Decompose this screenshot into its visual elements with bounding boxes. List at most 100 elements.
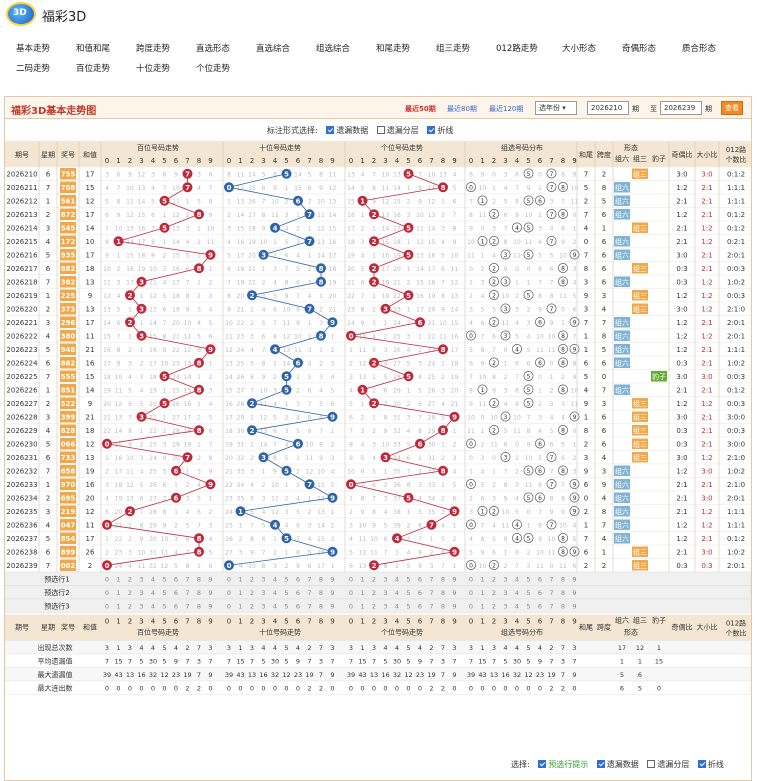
bottom-layer-checkbox[interactable] (647, 759, 656, 768)
group-miss-cell: 4 (573, 280, 577, 287)
preselect-label: 预选行1 (44, 575, 69, 584)
bottom-missing-checkbox[interactable] (596, 759, 605, 768)
preselect-digit: 5 (162, 589, 166, 597)
header-shi: 十位号码走势 (259, 143, 301, 152)
digit-ball-text: 8 (197, 359, 202, 367)
group-miss-cell: 4 (550, 415, 554, 422)
miss-cell: 31 (428, 455, 436, 462)
nav-item-9[interactable]: 大小形态 (562, 42, 596, 54)
miss-cell: 18 (103, 374, 111, 381)
nav-item-6[interactable]: 和尾走势 (376, 42, 410, 54)
span-cell: 1 (602, 549, 606, 557)
span-cell: 0 (602, 373, 606, 381)
group-miss-cell: 9 (573, 374, 577, 381)
from-issue-input[interactable]: 2026210 (587, 101, 629, 115)
nav-item-0[interactable]: 基本走势 (16, 42, 50, 54)
digit-ball-text: 6 (296, 197, 301, 205)
miss-cell: 12 (416, 239, 424, 246)
nav-item-7[interactable]: 组三走势 (436, 42, 470, 54)
miss-cell: 10 (271, 199, 279, 206)
nav-item-5[interactable]: 组选综合 (316, 42, 350, 54)
week-cell: 2 (46, 400, 50, 408)
query-button[interactable]: 查看 (721, 101, 743, 115)
preselect-digit: 6 (418, 576, 422, 584)
miss-cell: 9 (384, 428, 388, 435)
miss-cell: 6 (151, 212, 155, 219)
nav-item-13[interactable]: 百位走势 (76, 62, 110, 74)
digit-ball-text: 8 (441, 346, 446, 354)
miss-cell: 31 (237, 442, 245, 449)
miss-cell: 1 (441, 361, 445, 368)
sum-cell: 17 (86, 171, 95, 179)
group-miss-cell: 5 (492, 307, 496, 314)
stat-value: 9 (330, 671, 334, 679)
nav-item-14[interactable]: 十位走势 (136, 62, 170, 74)
miss-cell: 2 (372, 307, 376, 314)
to-issue-input[interactable]: 2026239 (660, 101, 702, 115)
miss-cell: 9 (308, 428, 312, 435)
miss-cell: 13 (439, 172, 447, 179)
line-checkbox[interactable] (427, 125, 436, 134)
nav-item-8[interactable]: 012路走势 (496, 42, 538, 54)
nav-item-2[interactable]: 跨度走势 (136, 42, 170, 54)
nav-item-11[interactable]: 质合形态 (682, 42, 716, 54)
group-miss-cell: 4 (538, 428, 542, 435)
bottom-line-checkbox[interactable] (697, 759, 706, 768)
digit-ball-text: 6 (418, 440, 423, 448)
missing-checkbox[interactable] (326, 125, 335, 134)
miss-cell: 4 (319, 388, 323, 395)
nav-item-15[interactable]: 个位走势 (196, 62, 230, 74)
group-miss-cell: 7 (504, 469, 508, 476)
recent-120-link[interactable]: 最近120期 (489, 104, 523, 114)
nav-item-1[interactable]: 和值和尾 (76, 42, 110, 54)
oe-cell: 1:2 (676, 319, 687, 327)
miss-cell: 14 (451, 307, 459, 314)
miss-cell: 5 (372, 469, 376, 476)
miss-cell: 6 (209, 334, 213, 341)
year-select[interactable]: 选年份 ▾ (535, 101, 577, 115)
preselect-digit: 8 (319, 576, 323, 584)
stat-form-value: 5 (638, 685, 642, 693)
miss-cell: 1 (441, 482, 445, 489)
nav-item-10[interactable]: 奇偶形态 (622, 42, 656, 54)
recent-80-link[interactable]: 最近80期 (447, 104, 477, 114)
group-hit-digit: 7 (550, 212, 554, 219)
stat-value: 39 (225, 671, 233, 679)
nav-item-12[interactable]: 二码走势 (16, 62, 50, 74)
miss-cell: 23 (347, 307, 355, 314)
miss-cell: 5 (308, 172, 312, 179)
stat-value: 32 (513, 671, 521, 679)
stat-value: 7 (349, 658, 353, 666)
recent-50-link[interactable]: 最近50期 (405, 104, 436, 114)
miss-cell: 29 (428, 428, 436, 435)
stat-form-value: 1 (620, 658, 624, 666)
preselect-digit: 0 (349, 603, 353, 611)
miss-cell: 1 (296, 374, 300, 381)
miss-cell: 23 (149, 442, 157, 449)
miss-cell: 7 (441, 563, 445, 570)
group-miss-cell: 0 (573, 428, 577, 435)
sum-cell: 17 (86, 319, 95, 327)
miss-cell: 2 (453, 536, 457, 543)
issue-cell: 2026214 (6, 225, 38, 233)
header-digit-1-3: 3 (261, 157, 265, 165)
stat-value: 0 (572, 685, 576, 693)
012-cell: 0:2:1 (727, 238, 745, 246)
stat-value: 4 (395, 644, 399, 652)
pre-hint-checkbox[interactable] (538, 759, 547, 768)
012-cell: 2:1:0 (727, 481, 745, 489)
digit-ball-text: 5 (406, 170, 411, 178)
miss-cell: 1 (308, 320, 312, 327)
nav-item-3[interactable]: 直选形态 (196, 42, 230, 54)
group-hit-digit: 5 (527, 293, 531, 300)
miss-cell: 14 (329, 212, 337, 219)
group-miss-cell: 4 (538, 239, 542, 246)
nav-item-4[interactable]: 直选综合 (256, 42, 290, 54)
layer-checkbox[interactable] (376, 125, 385, 134)
miss-cell: 11 (283, 320, 291, 327)
preselect-digit: 3 (261, 576, 265, 584)
digit-ball-text: 2 (250, 292, 255, 300)
prize-cell: 296 (61, 319, 76, 327)
miss-cell: 9 (441, 307, 445, 314)
digit-ball-text: 7 (307, 481, 312, 489)
